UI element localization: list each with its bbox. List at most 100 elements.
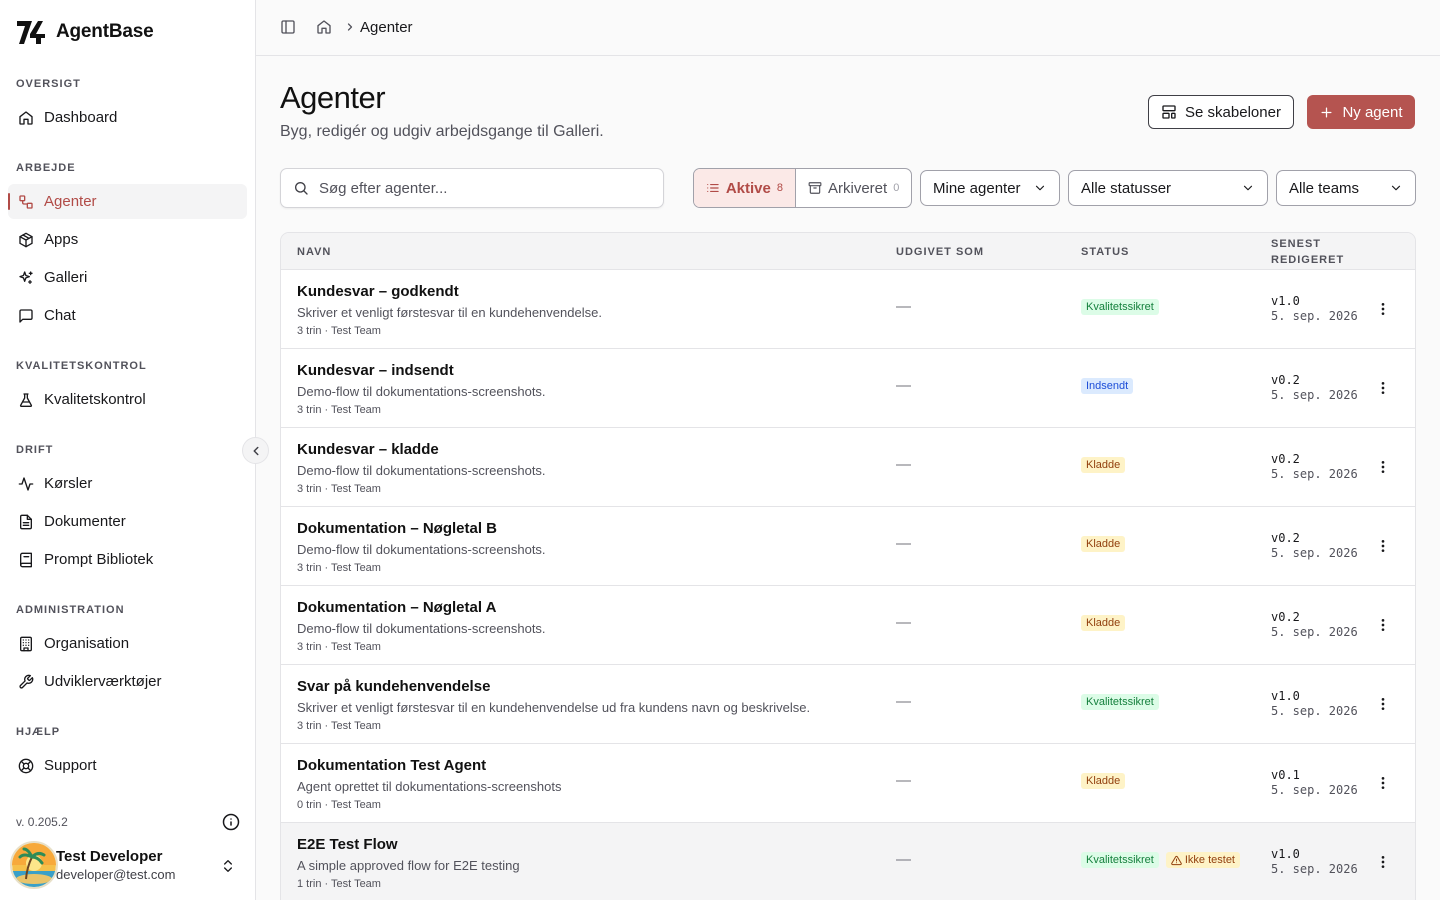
agent-title[interactable]: Svar på kundehenvendelse xyxy=(297,678,490,695)
untested-badge: Ikke testet xyxy=(1165,852,1240,868)
published-as: — xyxy=(896,298,911,315)
search-box[interactable] xyxy=(280,168,664,208)
plus-icon xyxy=(1321,107,1332,117)
section-label-oversigt: OVERSIGT xyxy=(16,78,81,90)
agent-version: v1.0 xyxy=(1271,294,1300,308)
agent-title[interactable]: Kundesvar – indsendt xyxy=(297,362,454,379)
agent-title[interactable]: E2E Test Flow xyxy=(297,836,398,853)
team-filter-select[interactable]: Alle teams xyxy=(1276,170,1416,206)
more-vertical-icon xyxy=(1381,461,1385,473)
column-header-name[interactable]: NAVN xyxy=(297,244,331,260)
brand[interactable]: AgentBase xyxy=(16,18,154,46)
sidebar-item-galleri[interactable]: Galleri xyxy=(8,260,247,295)
info-icon[interactable] xyxy=(222,813,240,831)
sidebar-item-korsler[interactable]: Kørsler xyxy=(8,466,247,501)
published-as: — xyxy=(896,772,911,789)
published-as: — xyxy=(896,614,911,631)
sidebar-item-prompt-bibliotek[interactable]: Prompt Bibliotek xyxy=(8,542,247,577)
status-cell: Kladde xyxy=(1081,615,1126,631)
building-icon xyxy=(20,636,32,651)
collapse-sidebar-button[interactable] xyxy=(242,437,269,464)
row-actions-button[interactable] xyxy=(1373,694,1393,714)
table-row[interactable]: Dokumentation – Nøgletal B Demo-flow til … xyxy=(281,507,1415,586)
row-actions-button[interactable] xyxy=(1373,536,1393,556)
sidebar-item-apps[interactable]: Apps xyxy=(8,222,247,257)
avatar xyxy=(10,841,58,889)
agent-meta: 0 trin · Test Team xyxy=(297,799,381,811)
chevron-right-icon xyxy=(347,23,353,31)
table-row[interactable]: Kundesvar – godkendt Skriver et venligt f… xyxy=(281,270,1415,349)
row-actions-button[interactable] xyxy=(1373,457,1393,477)
list-icon xyxy=(707,183,719,193)
panel-left-icon[interactable] xyxy=(280,19,296,35)
more-vertical-icon xyxy=(1381,619,1385,631)
row-actions-button[interactable] xyxy=(1373,615,1393,635)
table-row[interactable]: Dokumentation – Nøgletal A Demo-flow til … xyxy=(281,586,1415,665)
agent-edited-date: 5. sep. 2026 xyxy=(1271,704,1358,718)
table-row[interactable]: Svar på kundehenvendelse Skriver et venli… xyxy=(281,665,1415,744)
agent-title[interactable]: Kundesvar – godkendt xyxy=(297,283,459,300)
alert-triangle-icon xyxy=(1171,855,1182,865)
status-cell: Kladde xyxy=(1081,536,1126,552)
workflow-icon xyxy=(19,194,33,209)
table-row[interactable]: Dokumentation Test Agent Agent oprettet t… xyxy=(281,744,1415,823)
sidebar-item-label: Galleri xyxy=(44,269,88,286)
sidebar-item-agenter[interactable]: Agenter xyxy=(8,184,247,219)
chevron-down-icon xyxy=(1035,185,1045,191)
sidebar-item-label: Agenter xyxy=(44,193,97,210)
sidebar-item-dokumenter[interactable]: Dokumenter xyxy=(8,504,247,539)
wrench-icon xyxy=(19,674,34,689)
table-row[interactable]: Kundesvar – kladde Demo-flow til dokument… xyxy=(281,428,1415,507)
more-vertical-icon xyxy=(1381,540,1385,552)
flask-icon xyxy=(19,392,33,407)
owner-filter-value: Mine agenter xyxy=(933,179,1021,197)
agent-edited-date: 5. sep. 2026 xyxy=(1271,467,1358,481)
agent-meta: 3 trin · Test Team xyxy=(297,720,381,732)
row-actions-button[interactable] xyxy=(1373,852,1393,872)
user-menu[interactable]: Test Developer developer@test.com xyxy=(10,838,248,892)
column-header-published[interactable]: UDGIVET SOM xyxy=(896,244,984,260)
agent-title[interactable]: Kundesvar – kladde xyxy=(297,441,439,458)
chevron-down-icon xyxy=(1391,185,1401,191)
published-as: — xyxy=(896,535,911,552)
user-name: Test Developer xyxy=(56,848,163,865)
column-header-status[interactable]: STATUS xyxy=(1081,244,1129,260)
agent-title[interactable]: Dokumentation – Nøgletal B xyxy=(297,520,497,537)
row-actions-button[interactable] xyxy=(1373,378,1393,398)
search-input[interactable] xyxy=(319,179,639,197)
tab-active-count: 8 xyxy=(776,182,783,194)
sidebar-item-organisation[interactable]: Organisation xyxy=(8,626,247,661)
column-header-edited-line1[interactable]: SENEST xyxy=(1271,236,1321,252)
tab-archived[interactable]: Arkiveret 0 xyxy=(796,169,911,207)
tab-active[interactable]: Aktive 8 xyxy=(694,169,796,207)
templates-button[interactable]: Se skabeloner xyxy=(1148,95,1294,129)
agent-title[interactable]: Dokumentation Test Agent xyxy=(297,757,486,774)
status-badge: Kvalitetssikret xyxy=(1081,694,1159,710)
templates-button-label: Se skabeloner xyxy=(1185,103,1281,121)
user-email: developer@test.com xyxy=(56,867,176,882)
sidebar-item-udviklervaerktojer[interactable]: Udviklerværktøjer xyxy=(8,664,247,699)
status-badge: Kladde xyxy=(1081,615,1126,631)
breadcrumb-home-icon[interactable] xyxy=(316,19,332,35)
sidebar-item-kvalitetskontrol[interactable]: Kvalitetskontrol xyxy=(8,382,247,417)
agent-title[interactable]: Dokumentation – Nøgletal A xyxy=(297,599,496,616)
row-actions-button[interactable] xyxy=(1373,773,1393,793)
status-badge: Kvalitetssikret xyxy=(1081,299,1159,315)
column-header-edited-line2[interactable]: REDIGERET xyxy=(1271,252,1344,268)
sidebar-item-dashboard[interactable]: Dashboard xyxy=(8,100,247,135)
table-row[interactable]: E2E Test Flow A simple approved flow for … xyxy=(281,823,1415,900)
sidebar-item-support[interactable]: Support xyxy=(8,748,247,783)
section-label-drift: DRIFT xyxy=(16,444,54,456)
untested-badge-label: Ikke testet xyxy=(1184,854,1235,866)
owner-filter-select[interactable]: Mine agenter xyxy=(920,170,1060,206)
page-title: Agenter xyxy=(280,80,386,115)
sidebar-item-chat[interactable]: Chat xyxy=(8,298,247,333)
tab-archived-count: 0 xyxy=(893,182,900,194)
sidebar: AgentBase OVERSIGT Dashboard ARBEJDE Age… xyxy=(0,0,256,900)
agent-description: Skriver et venligt førstesvar til en kun… xyxy=(297,700,811,715)
agent-edited-date: 5. sep. 2026 xyxy=(1271,625,1358,639)
status-filter-select[interactable]: Alle statusser xyxy=(1068,170,1268,206)
new-agent-button[interactable]: Ny agent xyxy=(1307,95,1415,129)
table-row[interactable]: Kundesvar – indsendt Demo-flow til dokume… xyxy=(281,349,1415,428)
row-actions-button[interactable] xyxy=(1373,299,1393,319)
